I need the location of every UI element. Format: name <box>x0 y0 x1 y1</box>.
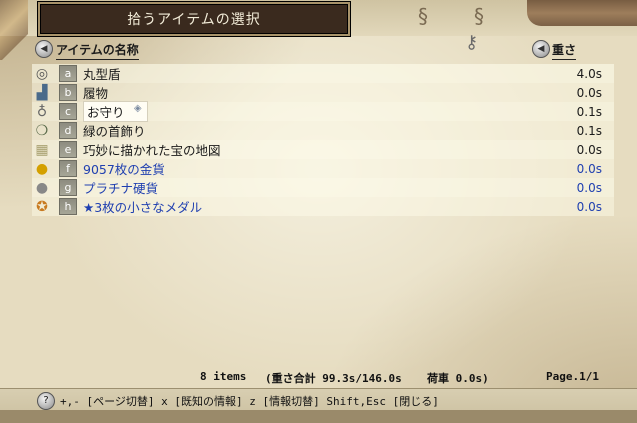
item-name-text: 履物 <box>83 86 109 101</box>
map-icon: ▦ <box>35 141 49 158</box>
items-count: 8 items <box>200 370 247 383</box>
item-name[interactable]: お守り ◈ <box>83 101 148 122</box>
page-indicator: Page.1/1 <box>546 370 599 383</box>
item-weight: 0.0s <box>576 180 602 195</box>
item-row[interactable]: ◎ a 丸型盾 4.0s <box>32 64 614 83</box>
item-weight: 0.0s <box>576 199 602 214</box>
gold-coin-icon: ● <box>35 160 49 177</box>
item-name-text: プラチナ硬貨 <box>83 181 159 196</box>
item-letter[interactable]: b <box>59 84 77 101</box>
item-name[interactable]: ★3枚の小さなメダル <box>83 197 202 216</box>
window-title: 拾うアイテムの選択 <box>38 2 350 36</box>
item-name-text: 緑の首飾り <box>83 124 146 139</box>
necklace-icon: ❍ <box>35 122 49 139</box>
weight-column-header[interactable]: 重さ <box>552 41 577 60</box>
item-letter[interactable]: c <box>59 103 77 120</box>
name-column-header[interactable]: アイテムの名称 <box>56 41 139 60</box>
sort-name-button[interactable]: ◀ <box>35 40 53 58</box>
item-name[interactable]: 緑の首飾り <box>83 121 146 140</box>
help-bar: ? +,- [ページ切替] x [既知の情報] z [情報切替] Shift,E… <box>0 388 637 411</box>
sort-weight-button[interactable]: ◀ <box>532 40 550 58</box>
item-row[interactable]: ▦ e 巧妙に描かれた宝の地図 0.0s <box>32 140 614 159</box>
amulet-icon: ♁ <box>36 103 48 120</box>
diamond-icon: ◈ <box>133 103 142 114</box>
item-letter[interactable]: g <box>59 179 77 196</box>
summary-bar: 8 items (重さ合計 99.3s/146.0s 荷車 0.0s) Page… <box>0 370 637 386</box>
hook-icon: § <box>418 4 428 28</box>
boots-icon: ▟ <box>36 84 48 101</box>
item-name[interactable]: 履物 <box>83 83 108 102</box>
item-name-text: 丸型盾 <box>83 67 121 82</box>
item-weight: 0.1s <box>576 123 602 138</box>
item-name[interactable]: 9057枚の金貨 <box>83 159 165 178</box>
bottom-strip <box>0 410 637 423</box>
scroll-rod-left <box>0 0 28 60</box>
window-title-text: 拾うアイテムの選択 <box>127 12 261 28</box>
item-row[interactable]: ● f 9057枚の金貨 0.0s <box>32 159 614 178</box>
item-name-text: ★3枚の小さなメダル <box>83 200 203 215</box>
cart-weight: 荷車 0.0s) <box>427 372 489 385</box>
list-header: ◀ アイテムの名称 ◀ 重さ <box>32 38 604 60</box>
medal-icon: ✪ <box>36 198 48 215</box>
item-row[interactable]: ▟ b 履物 0.0s <box>32 83 614 102</box>
item-name-text: お守り <box>87 105 125 120</box>
item-letter[interactable]: f <box>59 160 77 177</box>
hook-icon: § <box>474 4 484 28</box>
item-letter[interactable]: d <box>59 122 77 139</box>
item-name[interactable]: 丸型盾 <box>83 64 121 83</box>
platinum-coin-icon: ● <box>35 179 49 196</box>
item-letter[interactable]: e <box>59 141 77 158</box>
item-weight: 4.0s <box>576 66 602 81</box>
item-weight: 0.1s <box>576 104 602 119</box>
scroll-rod-right <box>527 0 637 26</box>
item-name-text: 巧妙に描かれた宝の地図 <box>83 143 221 158</box>
item-weight: 0.0s <box>576 142 602 157</box>
item-weight: 0.0s <box>576 161 602 176</box>
weight-total: (重さ合計 99.3s/146.0s <box>265 372 402 385</box>
item-row[interactable]: ❍ d 緑の首飾り 0.1s <box>32 121 614 140</box>
item-name-text: 9057枚の金貨 <box>83 162 165 177</box>
item-row[interactable]: ✪ h ★3枚の小さなメダル 0.0s <box>32 197 614 216</box>
item-letter[interactable]: a <box>59 65 77 82</box>
item-name[interactable]: プラチナ硬貨 <box>83 178 158 197</box>
item-row[interactable]: ● g プラチナ硬貨 0.0s <box>32 178 614 197</box>
help-text: +,- [ページ切替] x [既知の情報] z [情報切替] Shift,Esc… <box>60 395 439 408</box>
item-weight: 0.0s <box>576 85 602 100</box>
item-name[interactable]: 巧妙に描かれた宝の地図 <box>83 140 221 159</box>
help-icon[interactable]: ? <box>37 392 55 410</box>
item-list: ◎ a 丸型盾 4.0s ▟ b 履物 0.0s ♁ c お守り ◈ 0.1s ❍ d 緑の首飾り 0.1s ▦ e… <box>32 64 614 216</box>
item-letter[interactable]: h <box>59 198 77 215</box>
item-row[interactable]: ♁ c お守り ◈ 0.1s <box>32 101 614 122</box>
shield-icon: ◎ <box>35 65 49 82</box>
